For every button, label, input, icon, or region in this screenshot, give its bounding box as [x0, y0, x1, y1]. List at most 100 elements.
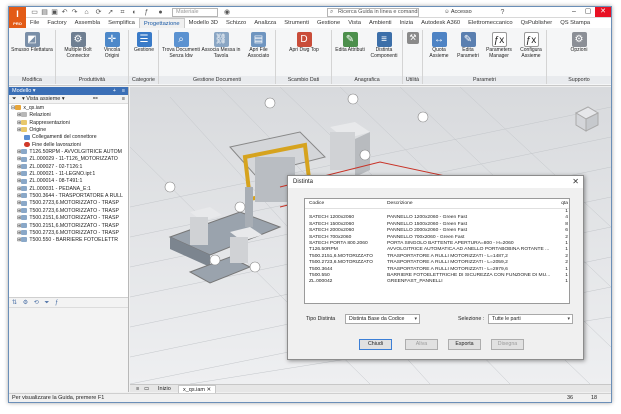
tree-item-component[interactable]: ⊞ T500.2151,6.MOTORIZZATO - TRASP: [11, 215, 128, 222]
column-header-codice[interactable]: Codice: [309, 199, 379, 209]
column-header-qta[interactable]: qta: [560, 199, 568, 209]
tab-gestione[interactable]: Gestione: [313, 18, 344, 28]
associa-messa-in-tavola-button[interactable]: ⛓ Associa Messa in Tavola: [201, 32, 241, 59]
tree-item-root[interactable]: ⊟ x_qs.iam: [11, 105, 128, 112]
selezione-select[interactable]: Tutte le parti ▾: [488, 314, 573, 324]
tab-assembla[interactable]: Assembla: [71, 18, 104, 28]
flip-icon[interactable]: ⟲: [34, 300, 39, 306]
filter-icon[interactable]: ⏷: [12, 96, 16, 102]
tree-item-component[interactable]: ⊞ ZL.000029 - 11-T126_MOTORIZZATO: [11, 156, 128, 163]
tree-item-component[interactable]: ⊞ T500.2723,6.MOTORIZZATO - TRASP: [11, 200, 128, 207]
redo-icon[interactable]: ↷: [71, 9, 78, 16]
chiudi-button[interactable]: Chiudi: [359, 339, 392, 350]
distinta-componenti-button[interactable]: ≡ Distinta Componenti: [367, 32, 401, 59]
tab-autodesk-a360[interactable]: Autodesk A360: [417, 18, 464, 28]
home-icon[interactable]: ⌂: [83, 9, 90, 16]
binoculars-icon[interactable]: ⚯: [93, 95, 98, 104]
tree-item-collegamenti[interactable]: Collegamenti del connettore: [11, 134, 128, 141]
parameters-manager-button[interactable]: ƒx Parameters Manager: [483, 32, 515, 59]
close-button[interactable]: ✕: [595, 7, 611, 17]
tab-elettromeccanico[interactable]: Elettromeccanico: [464, 18, 516, 28]
tipo-distinta-select[interactable]: Distinta Base da Codice ▾: [345, 314, 420, 324]
save-icon[interactable]: ▣: [51, 9, 58, 16]
column-header-descrizione[interactable]: Descrizione: [387, 199, 557, 209]
viewcube[interactable]: [574, 106, 600, 132]
select-icon[interactable]: ➚: [107, 9, 114, 16]
trova-documenti-button[interactable]: ⌕ Trova Documenti Senza Idw: [161, 32, 201, 59]
edita-parametri-button[interactable]: ✎ Edita Parametri: [454, 32, 482, 59]
gestione-button[interactable]: ☰ Gestione: [131, 32, 157, 54]
new-file-icon[interactable]: ▭: [31, 9, 38, 16]
function-icon[interactable]: ƒ: [55, 300, 58, 306]
tab-modello-3d[interactable]: Modello 3D: [185, 18, 222, 28]
appearance-icon[interactable]: ◐: [131, 9, 138, 16]
add-panel-icon[interactable]: +: [113, 87, 116, 95]
tree-item-fine-lavorazioni[interactable]: Fine delle lavorazioni: [11, 142, 128, 149]
tab-inizia[interactable]: Inizia: [396, 18, 418, 28]
tree-item-component[interactable]: ⊞ T500.3644 - TRASPORTATORE A RULL: [11, 193, 128, 200]
tab-factory[interactable]: Factory: [43, 18, 70, 28]
tab-qs-stampa[interactable]: QS Stampa: [556, 18, 594, 28]
tree-item-relazioni[interactable]: ⊞ Relazioni: [11, 112, 128, 119]
measure-icon[interactable]: ⌗: [119, 9, 126, 16]
assembly-icon: [15, 105, 22, 111]
vincola-origini-button[interactable]: ✛ Vincola Origini: [98, 32, 126, 59]
sort-icon[interactable]: ⇅: [12, 300, 17, 306]
tab-ambienti[interactable]: Ambienti: [365, 18, 396, 28]
help-search-input[interactable]: ⌕ Ricerca Guida in linea e comandi: [327, 8, 419, 17]
tab-file[interactable]: File: [26, 18, 43, 28]
multiple-bolt-connector-button[interactable]: ⚙ Multiple Bolt Connector: [60, 32, 96, 59]
update-icon[interactable]: ⟳: [95, 9, 102, 16]
quota-assieme-button[interactable]: ↔ Quota Assieme: [425, 32, 453, 59]
dialog-close-button[interactable]: ✕: [572, 176, 579, 188]
material-dropdown[interactable]: Materiale: [172, 8, 218, 17]
aliva-button[interactable]: Aliva: [405, 339, 438, 350]
esporta-button[interactable]: Esporta: [448, 339, 481, 350]
tree-item-component[interactable]: ⊞ ZL.000021 - 11-LEGNO.ipt:1: [11, 171, 128, 178]
browser-options-icon[interactable]: ≡: [122, 95, 125, 104]
tab-qspublisher[interactable]: QsPublisher: [517, 18, 557, 28]
filter-icon[interactable]: ⏷: [44, 300, 49, 306]
browser-menu-icon[interactable]: ≡: [122, 87, 125, 95]
open-folder-icon[interactable]: ▤: [41, 9, 48, 16]
tree-item-component[interactable]: ⊞ ZL.000031 - PEDANA_E:1: [11, 186, 128, 193]
tree-item-origine[interactable]: ⊞ Origine: [11, 127, 128, 134]
tree-item-component[interactable]: ⊞ T500.550 - BARRIERE FOTOELETTR: [11, 237, 128, 244]
parameters-icon[interactable]: ƒ: [143, 9, 150, 16]
tree-item-component[interactable]: ⊞ T500.2723,6.MOTORIZZATO - TRASP: [11, 230, 128, 237]
tree-item-component[interactable]: ⊞ T500.2151,6.MOTORIZZATO - TRASP: [11, 223, 128, 230]
tab-progettazione[interactable]: Progettazione: [138, 18, 185, 28]
ribbon-group-scambio-dati: D Apri Dwg Top Scambio Dati: [276, 30, 332, 84]
tab-analizza[interactable]: Analizza: [250, 18, 280, 28]
opzioni-button[interactable]: ⚙ Opzioni: [565, 32, 593, 54]
view-selector[interactable]: ▾ Vista assieme ▾: [22, 96, 65, 102]
maximize-button[interactable]: ▢: [581, 7, 595, 17]
tab-vista[interactable]: Vista: [344, 18, 365, 28]
smusso-filettatura-button[interactable]: ◩ Smusso Filettatura: [11, 32, 53, 54]
apri-file-associato-button[interactable]: ▤ Apri File Associato: [243, 32, 274, 59]
app-logo[interactable]: I PRO: [9, 7, 26, 28]
help-button[interactable]: ?: [499, 9, 506, 16]
tree-item-component[interactable]: ⊞ T126.50RPM - AVVOLGITRICE AUTOM: [11, 149, 128, 156]
edita-attributi-button[interactable]: ✎ Edita Attributi: [334, 32, 366, 54]
tab-semplifica[interactable]: Semplifica: [104, 18, 139, 28]
rebuild-icon[interactable]: ⚙: [23, 300, 28, 306]
disegna-button[interactable]: Disegna: [491, 339, 524, 350]
tree-item-component[interactable]: ⊞ ZL.000027 - 02-T126:1: [11, 164, 128, 171]
minimize-button[interactable]: –: [567, 7, 581, 17]
tree-item-component[interactable]: ⊞ ZL.000014 - 08-T491:1: [11, 178, 128, 185]
tab-schizzo[interactable]: Schizzo: [222, 18, 250, 28]
sign-in-button[interactable]: ☺ Accesso: [444, 8, 492, 17]
table-row[interactable]: ZL.000042 GREENFAST_PANNELLI 1: [305, 279, 569, 285]
configura-assieme-button[interactable]: ƒx Configura Assieme: [516, 32, 546, 59]
tab-strumenti[interactable]: Strumenti: [280, 18, 313, 28]
apri-dwg-top-button[interactable]: D Apri Dwg Top: [280, 32, 328, 54]
tree-item-component[interactable]: ⊞ T500.2723,6.MOTORIZZATO - TRASP: [11, 208, 128, 215]
tree-item-rappresentazioni[interactable]: ⊞ Rappresentazioni: [11, 120, 128, 127]
tab-restore-icon[interactable]: ▭: [140, 385, 153, 393]
utilita-tools-button[interactable]: ⚒: [405, 32, 421, 45]
color-icon[interactable]: ●: [157, 9, 164, 16]
tab-inizio[interactable]: Inizio: [154, 385, 175, 393]
undo-icon[interactable]: ↶: [61, 9, 68, 16]
appearance-swatch-icon[interactable]: ◉: [222, 9, 232, 16]
